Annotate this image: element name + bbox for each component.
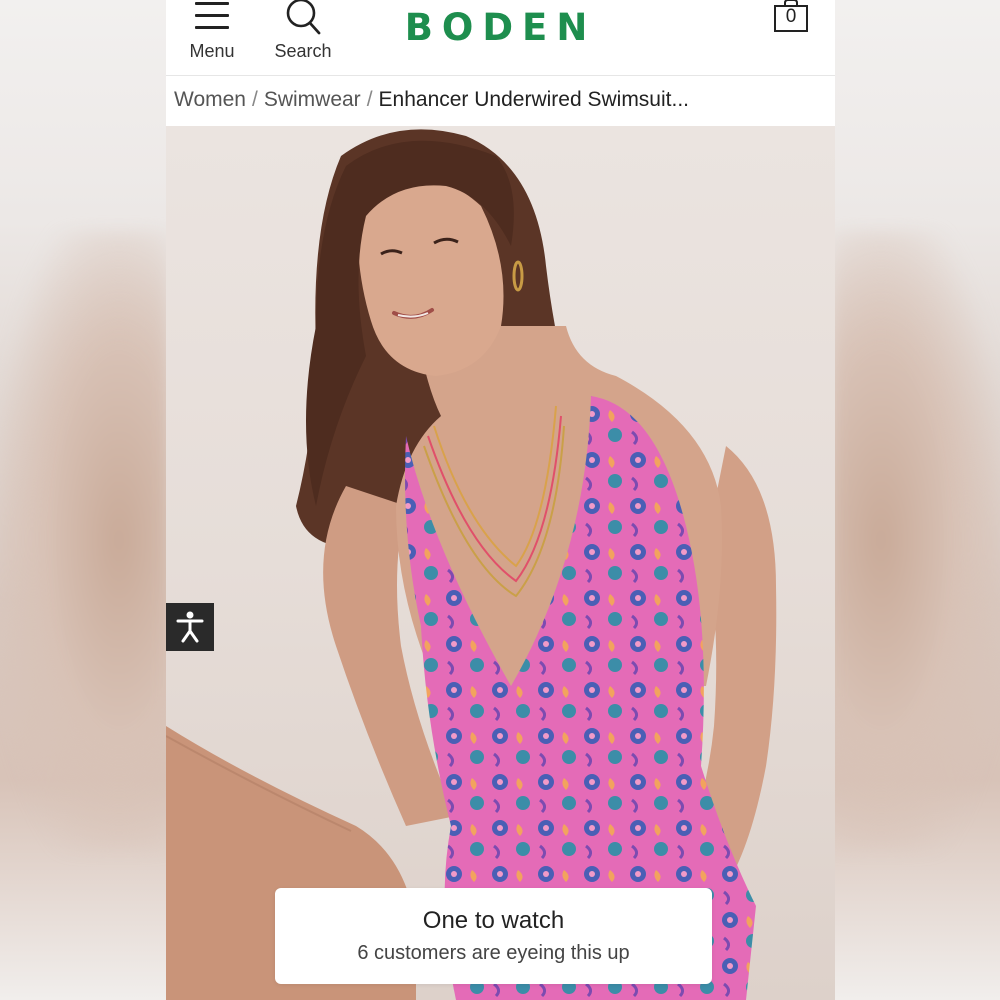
bag-count: 0 bbox=[785, 6, 797, 27]
toast-subtitle: 6 customers are eyeing this up bbox=[357, 942, 630, 964]
breadcrumb-current: Enhancer Underwired Swimsuit... bbox=[378, 88, 689, 111]
breadcrumb-women[interactable]: Women bbox=[174, 88, 246, 111]
toast-title: One to watch bbox=[422, 907, 565, 934]
breadcrumb-separator: / bbox=[251, 88, 258, 111]
breadcrumb: Women / Swimwear / Enhancer Underwired Swims… bbox=[174, 88, 689, 112]
product-image[interactable]: One to watch 6 customers are eyeing this… bbox=[166, 126, 835, 1000]
social-proof-toast: One to watch 6 customers are eyeing this… bbox=[275, 888, 712, 984]
breadcrumb-separator: / bbox=[366, 88, 373, 111]
accessibility-icon bbox=[176, 611, 204, 643]
brand-logo[interactable]: BODEN bbox=[166, 6, 835, 49]
model-illustration bbox=[166, 129, 777, 1000]
breadcrumb-swimwear[interactable]: Swimwear bbox=[264, 88, 361, 111]
shopping-bag-button[interactable]: 0 bbox=[774, 0, 808, 32]
mobile-page: Menu Search BODEN 0 Women / Swimwear / Enhan… bbox=[166, 0, 835, 1000]
accessibility-button[interactable] bbox=[166, 603, 214, 651]
site-header: Menu Search BODEN 0 bbox=[166, 0, 835, 76]
